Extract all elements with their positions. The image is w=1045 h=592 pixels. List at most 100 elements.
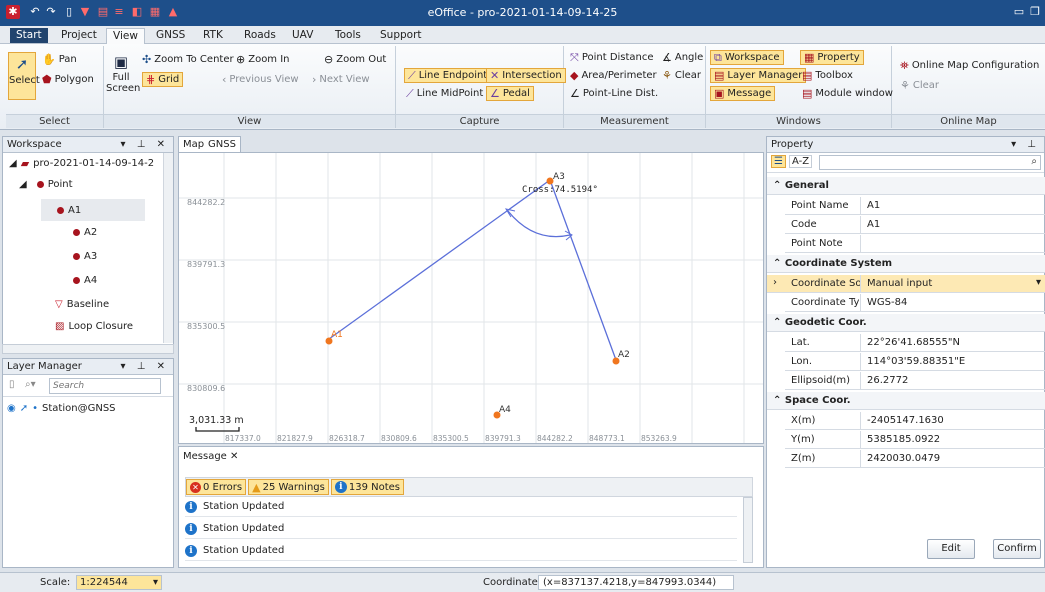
area-perimeter-button[interactable]: ◆ Area/Perimeter <box>570 70 657 81</box>
tab-project[interactable]: Project <box>55 28 103 44</box>
module-window-button[interactable]: ▤ Module window <box>802 88 893 99</box>
search-icon[interactable]: ⌕▾ <box>25 379 36 390</box>
panel-controls-icon[interactable]: ▾ ⊥ ✕ <box>121 359 169 374</box>
workspace-window-button[interactable]: ⧉ Workspace <box>710 50 784 65</box>
tab-start[interactable]: Start <box>10 28 48 43</box>
prop-value[interactable] <box>863 235 1045 253</box>
workspace-scrollbar[interactable] <box>163 153 173 343</box>
categorized-icon[interactable]: ☰ <box>771 155 786 168</box>
tab-tools[interactable]: Tools <box>329 28 367 44</box>
tree-point-a4[interactable]: A4 <box>73 275 97 286</box>
previous-view-button[interactable]: ‹ Previous View <box>222 74 299 85</box>
warnings-filter[interactable]: ▲ 25 Warnings <box>248 479 329 495</box>
layer-station-gnss[interactable]: ◉ ➚ • Station@GNSS <box>7 403 116 414</box>
baseline-a3-a2[interactable] <box>549 179 617 361</box>
tab-view[interactable]: View <box>106 28 145 44</box>
angle-arc <box>507 210 571 238</box>
tree-point-a1[interactable]: A1 <box>41 199 145 221</box>
angle-button[interactable]: ∡ Angle <box>662 52 703 63</box>
prop-value[interactable]: WGS-84 <box>863 294 1045 312</box>
tree-baseline[interactable]: ▽ Baseline <box>55 299 109 310</box>
zoom-out-button[interactable]: ⊖ Zoom Out <box>324 54 386 65</box>
line-endpoint-button[interactable]: ⟋ Line Endpoint <box>404 68 492 83</box>
visibility-eye-icon[interactable]: ◉ <box>7 403 16 414</box>
row-coord-source[interactable]: › Coordinate SourManual input▾ <box>767 275 1045 293</box>
prop-value[interactable]: A1 <box>863 216 1045 234</box>
prop-value[interactable]: 22°26'41.68555"N <box>863 334 1045 352</box>
toolbox-window-button[interactable]: ▤ Toolbox <box>802 70 853 81</box>
select-button[interactable]: ➚ Select <box>8 52 40 100</box>
layer-manager-window-button[interactable]: ▤ Layer Manager <box>710 68 807 83</box>
panel-controls-icon[interactable]: ▾ ⊥ ✕ <box>121 137 169 152</box>
polygon-button[interactable]: ⬟ Polygon <box>42 74 94 85</box>
layer-search-input[interactable] <box>49 378 161 394</box>
full-screen-button[interactable]: ▣ Full Screen <box>106 52 140 100</box>
tab-uav[interactable]: UAV <box>286 28 319 44</box>
tab-rtk[interactable]: RTK <box>197 28 229 44</box>
section-general[interactable]: ⌃ General <box>767 177 1045 195</box>
prop-value[interactable]: 5385185.0922 <box>863 431 1045 449</box>
online-map-config-button[interactable]: ⛯ Online Map Configuration <box>900 60 1039 71</box>
point-line-dist-button[interactable]: ∠ Point-Line Dist. <box>570 88 658 99</box>
tab-gnss-view[interactable]: GNSS ✕ <box>204 136 241 165</box>
zoom-to-center-button[interactable]: ✣ Zoom To Center <box>142 54 234 65</box>
layer-manager-icon: ▤ <box>714 69 725 82</box>
expand-arrow-icon[interactable]: › <box>773 277 777 288</box>
errors-filter[interactable]: ✕ 0 Errors <box>186 479 247 495</box>
tab-gnss[interactable]: GNSS <box>150 28 191 44</box>
x-tick-label: 817337.0 <box>225 434 261 443</box>
measurement-clear-button[interactable]: ⚘ Clear <box>662 70 701 81</box>
pedal-button[interactable]: ∠ Pedal <box>486 86 534 101</box>
prop-value[interactable]: Manual input <box>863 275 1045 293</box>
pan-button[interactable]: ✋ Pan <box>42 54 77 65</box>
panel-controls-icon[interactable]: ▾ ⊥ <box>1011 137 1040 152</box>
collapse-icon[interactable]: ◢ <box>19 179 27 190</box>
message-row[interactable]: i Station Updated <box>185 519 737 539</box>
section-coordinate-system[interactable]: ⌃ Coordinate System <box>767 255 1045 273</box>
confirm-button[interactable]: Confirm <box>993 539 1041 559</box>
online-map-clear-button[interactable]: ⚘ Clear <box>900 80 939 91</box>
property-window-button[interactable]: ▦ Property <box>800 50 864 65</box>
scale-select[interactable]: 1:224544 ▾ <box>76 575 162 590</box>
tab-roads[interactable]: Roads <box>238 28 282 44</box>
selectable-arrow-icon[interactable]: ➚ <box>20 403 28 414</box>
minimize-icon[interactable]: ▭ <box>1012 5 1026 19</box>
message-row[interactable]: i Station Updated <box>185 497 737 517</box>
section-geodetic[interactable]: ⌃ Geodetic Coor. <box>767 314 1045 332</box>
tree-point-a3[interactable]: A3 <box>73 251 97 262</box>
new-layer-icon[interactable]: ▯ <box>9 379 15 390</box>
tree-project[interactable]: ◢ ▰ pro-2021-01-14-09-14-2 <box>9 157 154 170</box>
line-midpoint-button[interactable]: ⟋ Line MidPoint <box>406 88 483 99</box>
grid-button[interactable]: ⋕ Grid <box>142 72 184 87</box>
property-search-input[interactable]: ⌕ <box>819 155 1041 170</box>
point-distance-button[interactable]: ⤧ Point Distance <box>570 52 654 63</box>
workspace-hscrollbar[interactable] <box>2 344 174 354</box>
map-svg[interactable]: A1 A2 A3 A4 Cross:74.5194° 844282.2 8397… <box>179 153 764 444</box>
message-window-button[interactable]: ▣ Message <box>710 86 776 101</box>
intersection-button[interactable]: ✕ Intersection <box>486 68 566 83</box>
close-message-icon[interactable]: ✕ <box>230 451 238 462</box>
tree-loop-closure[interactable]: ▨ Loop Closure <box>55 321 133 332</box>
edit-button[interactable]: Edit <box>927 539 975 559</box>
sort-az-button[interactable]: A-Z <box>789 155 813 168</box>
prop-value[interactable]: 2420030.0479 <box>863 450 1045 468</box>
zoom-in-button[interactable]: ⊕ Zoom In <box>236 54 290 65</box>
next-view-button[interactable]: › Next View <box>312 74 370 85</box>
notes-filter[interactable]: i 139 Notes <box>330 479 404 495</box>
point-label: A2 <box>84 227 98 238</box>
prop-value[interactable]: 114°03'59.88351"E <box>863 353 1045 371</box>
section-space[interactable]: ⌃ Space Coor. <box>767 392 1045 410</box>
collapse-icon[interactable]: ◢ <box>9 158 17 169</box>
tab-support[interactable]: Support <box>374 28 428 44</box>
tree-point-a2[interactable]: A2 <box>73 227 97 238</box>
map-canvas[interactable]: A1 A2 A3 A4 Cross:74.5194° 844282.2 8397… <box>178 152 764 444</box>
prop-value[interactable]: A1 <box>863 197 1045 215</box>
prop-value[interactable]: -2405147.1630 <box>863 412 1045 430</box>
message-scrollbar[interactable] <box>743 497 753 563</box>
dropdown-icon[interactable]: ▾ <box>1036 277 1041 288</box>
message-row[interactable]: i Station Updated <box>185 541 737 561</box>
restore-icon[interactable]: ❐ <box>1028 5 1042 19</box>
tree-point-folder[interactable]: ◢ Point <box>19 179 73 190</box>
prop-value[interactable]: 26.2772 <box>863 372 1045 390</box>
x-tick-label: 835300.5 <box>433 434 469 443</box>
